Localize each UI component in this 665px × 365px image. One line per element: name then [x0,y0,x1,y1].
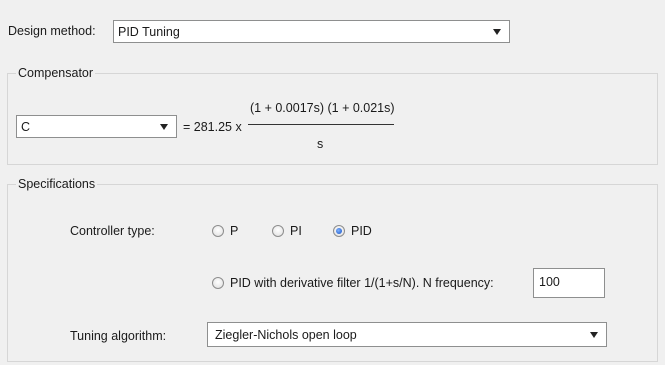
compensator-name-value: C [21,120,31,134]
specifications-group-title: Specifications [16,176,98,192]
fraction-line [248,124,394,125]
tuning-algorithm-dropdown[interactable]: Ziegler-Nichols open loop [207,322,607,347]
compensator-denominator: s [317,137,324,151]
radio-pid-derivative-filter-label[interactable]: PID with derivative filter 1/(1+s/N). N … [230,275,494,291]
radio-pi-label[interactable]: PI [290,223,302,239]
compensator-name-dropdown[interactable]: C [16,115,177,138]
radio-pid-label[interactable]: PID [351,223,372,239]
design-method-label: Design method: [8,24,96,38]
compensator-gain: = 281.25 x [183,120,242,134]
radio-p[interactable] [212,225,224,237]
chevron-down-icon[interactable] [590,331,598,338]
chevron-down-icon[interactable] [493,28,501,35]
design-method-value: PID Tuning [118,25,180,39]
chevron-down-icon[interactable] [160,123,168,130]
compensator-numerator: (1 + 0.0017s) (1 + 0.021s) [250,101,395,115]
tuning-algorithm-value: Ziegler-Nichols open loop [215,328,357,342]
radio-pid-derivative-filter[interactable] [212,277,224,289]
n-frequency-value: 100 [539,275,560,289]
tuning-algorithm-label: Tuning algorithm: [70,329,167,343]
radio-pi[interactable] [272,225,284,237]
controller-type-label: Controller type: [70,224,155,238]
compensator-group-title: Compensator [16,65,96,81]
radio-p-label[interactable]: P [230,223,238,239]
design-method-dropdown[interactable]: PID Tuning [113,20,510,43]
radio-pid[interactable] [333,225,345,237]
n-frequency-input[interactable]: 100 [533,268,605,298]
